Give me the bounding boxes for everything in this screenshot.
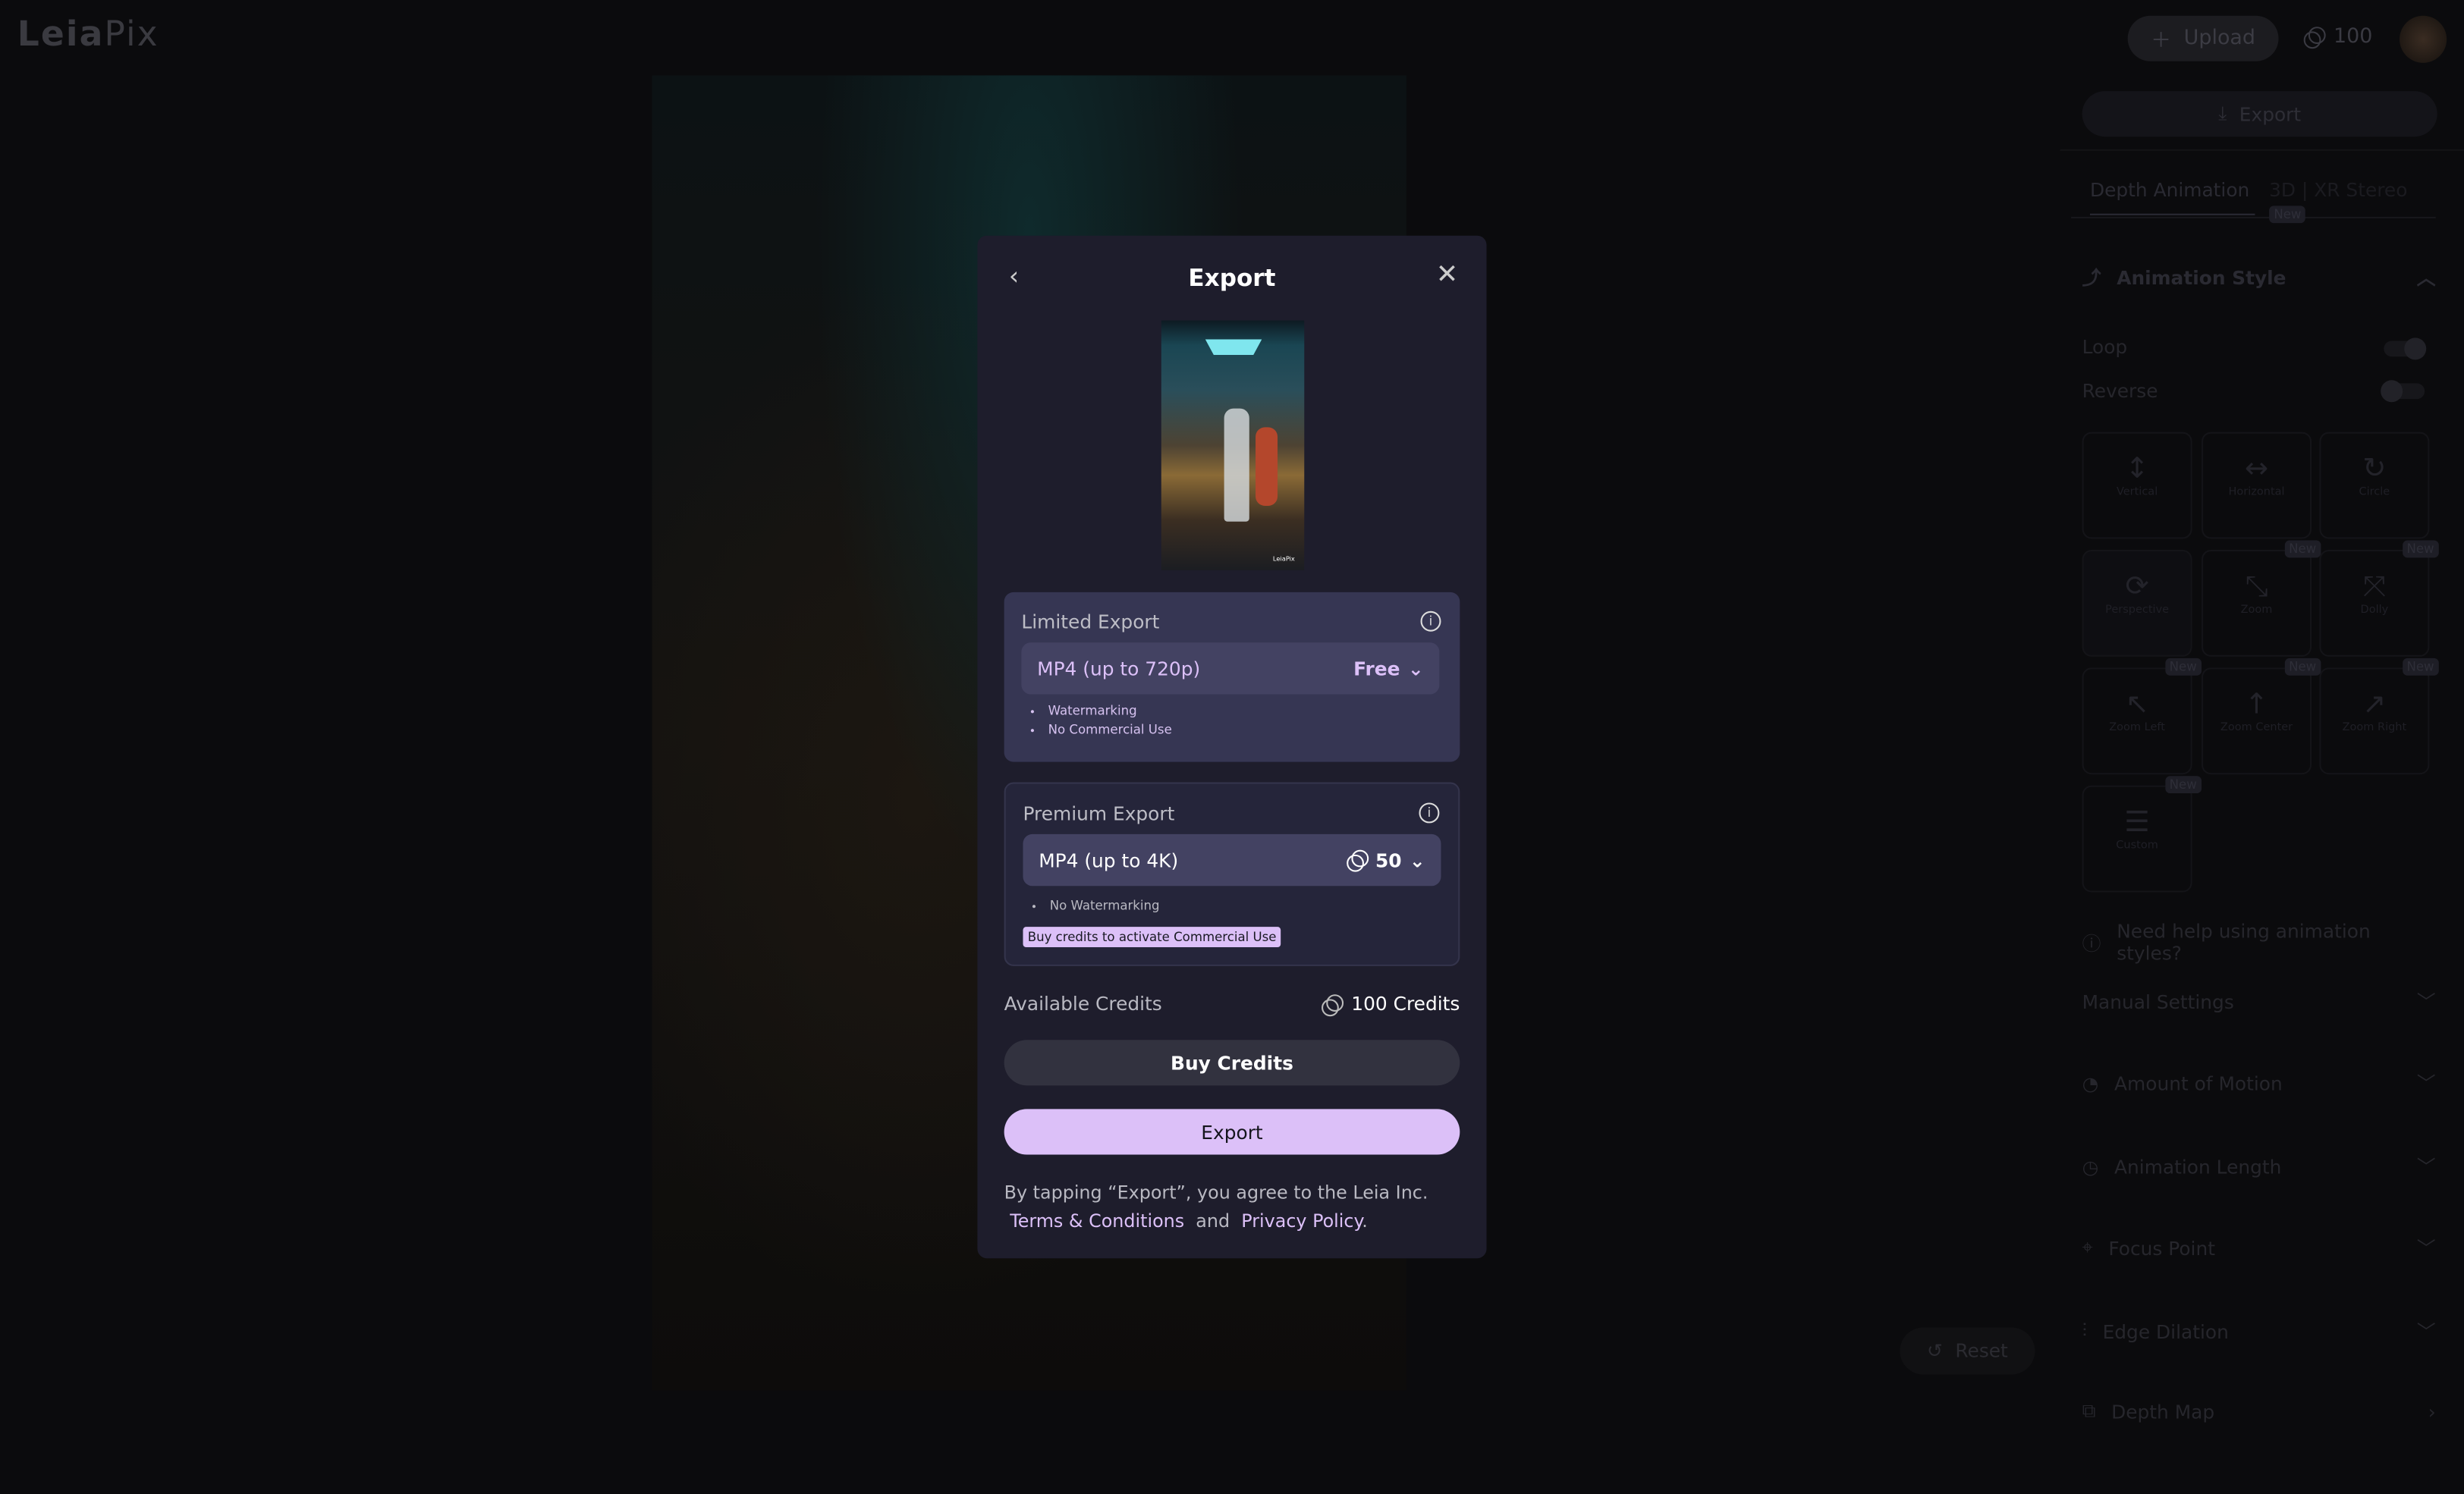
coins-icon [1347,849,1369,872]
animation-style-header[interactable]: ⤴ Animation Style ︿ [2082,264,2436,290]
limited-export-card[interactable]: Limited Export i MP4 (up to 720p)Free⌄ W… [1004,592,1460,762]
close-icon[interactable]: ✕ [1436,259,1459,290]
premium-export-title: Premium Export [1023,802,1175,825]
premium-format-select[interactable]: MP4 (up to 4K) 50 ⌄ [1023,833,1441,887]
section-edge-dilation[interactable]: ⫶ Edge Dilation ﹀ [2082,1318,2436,1345]
clock-icon: ◷ [2082,1155,2099,1178]
export-button[interactable]: Export [1004,1109,1460,1155]
sidebar-tabs: Depth Animation 3D | XR Stereo New [2071,170,2436,224]
style-perspective[interactable]: ⟳ Perspective [2082,549,2192,657]
info-icon[interactable]: i [1420,610,1441,632]
section-animation-length[interactable]: ◷ Animation Length ﹀ [2082,1153,2436,1179]
vertical-arrows-icon: ↕ [2125,452,2149,486]
new-badge: New [2269,206,2306,224]
legal-text: By tapping “Export”, you agree to the Le… [1004,1181,1428,1232]
style-zoom[interactable]: New ⤡ Zoom [2202,540,2321,657]
undo-icon: ↺ [1926,1339,1943,1362]
chevron-down-icon: ⌄ [1409,849,1425,871]
style-zoom-left[interactable]: New ↖ Zoom Left [2082,658,2202,775]
info-icon: ⓘ [2082,932,2101,955]
app: LeiaPix ＋ Upload 100 ⤓ Export Depth Animat… [0,0,2464,1494]
zoom-icon: ⤡ [2245,570,2268,604]
info-icon[interactable]: i [1419,802,1440,824]
style-vertical[interactable]: ↕ Vertical [2082,432,2192,539]
chevron-down-icon: ﹀ [2416,991,2436,1014]
commercial-use-promo: Buy credits to activate Commercial Use [1023,927,1281,948]
layers-icon: ⧉ [2082,1399,2096,1422]
style-custom[interactable]: New ☰ Custom [2082,776,2202,893]
section-manual-settings[interactable]: Manual Settings ﹀ [2082,988,2436,1015]
zoom-right-icon: ↗ [2362,688,2387,721]
download-icon: ⤓ [2218,102,2227,124]
edge-icon: ⫶ [2082,1319,2087,1342]
terms-link[interactable]: Terms & Conditions [1010,1210,1184,1232]
modal-title: Export [1188,263,1276,293]
section-depth-map[interactable]: ⧉ Depth Map › [2082,1400,2436,1423]
chevron-up-icon: ︿ [2416,267,2436,290]
style-zoom-center[interactable]: New ↑ Zoom Center [2202,658,2321,775]
loop-toggle[interactable] [2384,337,2427,360]
sidebar-export-button[interactable]: ⤓ Export [2082,91,2437,137]
export-thumbnail: LeiaPix [1161,320,1305,570]
sliders-icon: ☰ [2124,805,2150,840]
motion-icon: ◔ [2082,1072,2099,1094]
buy-credits-button[interactable]: Buy Credits [1004,1040,1460,1086]
animation-help-link[interactable]: ⓘ Need help using animation styles? [2082,921,2436,965]
circle-arrow-icon: ↻ [2362,452,2387,486]
limited-bullets: WatermarkingNo Commercial Use [1032,704,1172,742]
reset-button[interactable]: ↺ Reset [1900,1327,2035,1375]
leiapix-logo[interactable]: LeiaPix [17,16,159,55]
plus-icon: ＋ [2151,30,2172,54]
horizontal-arrows-icon: ↔ [2244,452,2269,486]
chevron-down-icon: ﹀ [2416,1156,2436,1179]
chevron-down-icon: ﹀ [2416,1321,2436,1344]
style-dolly[interactable]: New ⤧ Dolly [2319,540,2439,657]
style-horizontal[interactable]: ↔ Horizontal [2202,432,2312,539]
dolly-icon: ⤧ [2362,570,2386,604]
style-circle[interactable]: ↻ Circle [2319,432,2430,539]
zoom-center-icon: ↑ [2244,688,2269,721]
style-zoom-right[interactable]: New ↗ Zoom Right [2319,658,2439,775]
available-credits-row: Available Credits 100 Credits [1004,993,1460,1016]
upload-button[interactable]: ＋ Upload [2127,15,2279,61]
reverse-toggle[interactable] [2381,380,2425,403]
focus-icon: ⌖ [2082,1236,2093,1259]
avatar[interactable] [2400,15,2447,63]
coins-icon [2303,27,2326,49]
perspective-icon: ⟳ [2125,570,2149,604]
tab-depth-animation[interactable]: Depth Animation [2089,179,2255,215]
premium-export-card[interactable]: Premium Export i MP4 (up to 4K)50⌄ No Wa… [1004,782,1460,966]
chevron-down-icon: ﹀ [2416,1072,2436,1095]
loop-row: Loop [2082,336,2128,359]
coins-icon [1321,993,1344,1016]
limited-export-title: Limited Export [1021,610,1160,633]
premium-bullets: No Watermarking [1034,899,1160,918]
limited-format-select[interactable]: MP4 (up to 720p) Free ⌄ [1021,642,1440,695]
chevron-down-icon: ﹀ [2416,1238,2436,1260]
section-focus-point[interactable]: ⌖ Focus Point ﹀ [2082,1235,2436,1261]
credits-counter[interactable]: 100 [2303,25,2372,49]
zoom-left-icon: ↖ [2125,688,2149,721]
chevron-right-icon: › [2428,1400,2436,1423]
tab-3d-xr-stereo[interactable]: 3D | XR Stereo New [2269,179,2436,224]
animation-curve-icon: ⤴ [2082,267,2101,290]
chevron-down-icon: ⌄ [1407,657,1424,680]
export-modal: ‹ Export ✕ LeiaPix Limited Export i MP4 … [977,235,1487,1259]
section-amount-of-motion[interactable]: ◔ Amount of Motion ﹀ [2082,1070,2436,1097]
privacy-link[interactable]: Privacy Policy [1241,1210,1362,1232]
